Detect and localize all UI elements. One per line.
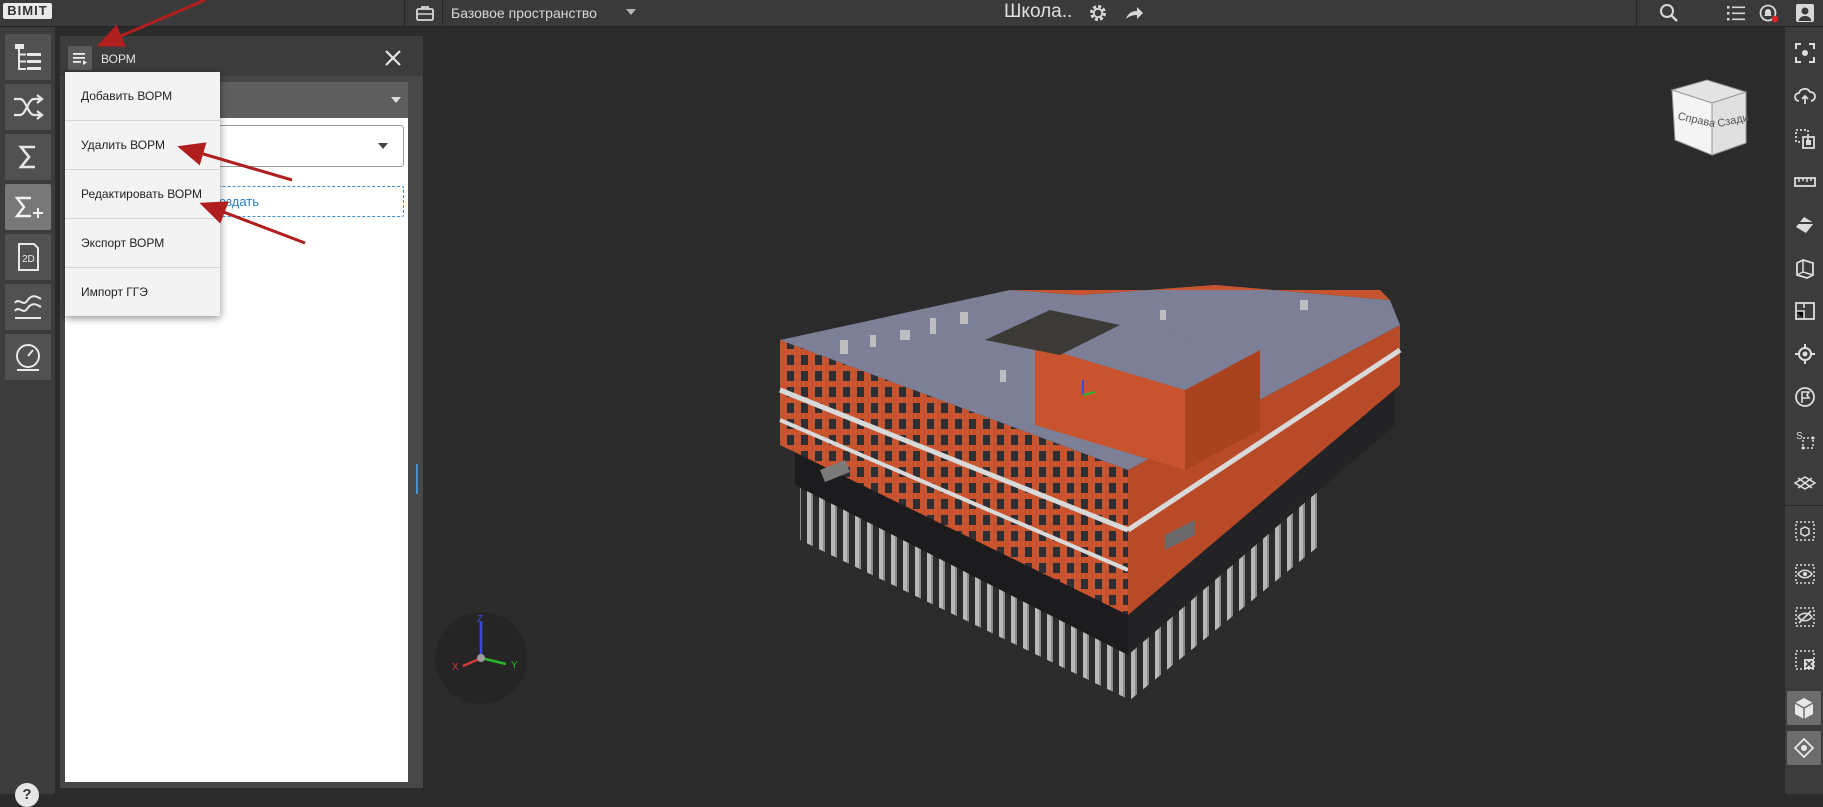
view-mode-orbit-button[interactable] — [1787, 731, 1821, 765]
chevron-down-icon[interactable] — [391, 97, 401, 103]
chart-lines-button[interactable] — [5, 284, 51, 330]
axis-label-x: X — [452, 662, 459, 673]
svg-text:2D: 2D — [22, 254, 35, 265]
toolbar-divider — [1636, 0, 1637, 26]
eye-icon[interactable] — [1793, 562, 1817, 586]
gauge-button[interactable] — [5, 334, 51, 380]
floor-plan-icon[interactable] — [1793, 299, 1817, 323]
search-icon[interactable] — [1658, 2, 1680, 24]
model-tree-icon — [15, 44, 41, 70]
building-model[interactable] — [779, 285, 1402, 700]
remove-selection-icon[interactable] — [1793, 648, 1817, 672]
toolbar-divider — [1785, 505, 1823, 506]
project-title: Школа.. — [1004, 1, 1073, 22]
sigma-icon — [18, 145, 35, 169]
grid-axes-icon[interactable] — [1793, 471, 1817, 495]
isolate-icon[interactable] — [1793, 519, 1817, 543]
panel-resize-handle[interactable] — [416, 464, 418, 494]
right-toolbar: S — [1785, 27, 1823, 794]
flag-icon[interactable] — [1793, 385, 1817, 409]
model-tree-button[interactable] — [5, 34, 51, 80]
target-icon[interactable] — [1793, 342, 1817, 366]
cloud-upload-icon[interactable] — [1793, 84, 1817, 108]
panel-title: ВОРМ — [101, 52, 136, 66]
menu-item-add-vorm[interactable]: Добавить ВОРМ — [65, 72, 220, 121]
section-box-icon[interactable] — [1793, 256, 1817, 280]
axis-label-z: Z — [477, 614, 483, 625]
axis-label-y: Y — [511, 660, 518, 671]
hide-icon[interactable] — [1793, 605, 1817, 629]
view-mode-solid-button[interactable] — [1787, 691, 1821, 725]
panel-menu-button[interactable] — [68, 46, 92, 70]
axis-gizmo: Z Y X — [435, 612, 527, 704]
panel-dropdown-menu: Добавить ВОРМ Удалить ВОРМ Редактировать… — [65, 72, 220, 316]
orbit-icon — [1793, 737, 1815, 759]
focus-icon[interactable] — [1793, 41, 1817, 65]
ruler-icon[interactable] — [1793, 170, 1817, 194]
user-icon[interactable] — [1794, 2, 1816, 24]
chevron-down-icon[interactable] — [378, 143, 388, 149]
menu-item-delete-vorm[interactable]: Удалить ВОРМ — [65, 121, 220, 170]
drawing-2d-button[interactable]: 2D — [5, 234, 51, 280]
share-icon[interactable] — [1123, 2, 1145, 24]
left-toolbar: 2D ? — [0, 27, 55, 807]
create-button-label: оздать — [219, 194, 260, 209]
zoom-selection-icon[interactable] — [1793, 127, 1817, 151]
shuffle-button[interactable] — [5, 84, 51, 130]
cube-icon — [1794, 698, 1814, 719]
toolbar-divider — [404, 0, 405, 26]
view-cube[interactable]: Справа Сзади — [1670, 79, 1750, 156]
menu-item-edit-vorm[interactable]: Редактировать ВОРМ — [65, 170, 220, 219]
panel-header: ВОРМ — [60, 36, 423, 76]
section-plane-icon[interactable] — [1793, 213, 1817, 237]
sigma-plus-icon — [14, 196, 43, 218]
chevron-down-icon[interactable] — [626, 9, 636, 15]
list-icon[interactable] — [1725, 2, 1747, 24]
chart-lines-icon — [14, 295, 42, 319]
menu-item-export-vorm[interactable]: Экспорт ВОРМ — [65, 219, 220, 268]
menu-icon — [73, 53, 87, 65]
briefcase-icon[interactable] — [414, 2, 436, 24]
menu-item-import-gge[interactable]: Импорт ГГЭ — [65, 268, 220, 316]
shuffle-icon — [14, 94, 44, 120]
gear-icon[interactable] — [1087, 2, 1109, 24]
notifications-icon[interactable] — [1758, 2, 1780, 24]
area-measure-icon[interactable]: S — [1793, 428, 1817, 452]
top-bar: BIMIT Базовое пространство Школа.. — [0, 0, 1823, 27]
gauge-icon — [16, 344, 40, 371]
close-icon[interactable] — [382, 47, 404, 69]
help-button[interactable]: ? — [15, 783, 39, 807]
sigma-plus-button[interactable] — [5, 184, 51, 230]
toolbar-divider — [442, 0, 443, 26]
sigma-button[interactable] — [5, 134, 51, 180]
svg-text:S: S — [1796, 431, 1803, 442]
app-logo: BIMIT — [3, 3, 52, 19]
workspace-selector[interactable]: Базовое пространство — [451, 5, 597, 21]
drawing-2d-icon: 2D — [18, 243, 39, 271]
